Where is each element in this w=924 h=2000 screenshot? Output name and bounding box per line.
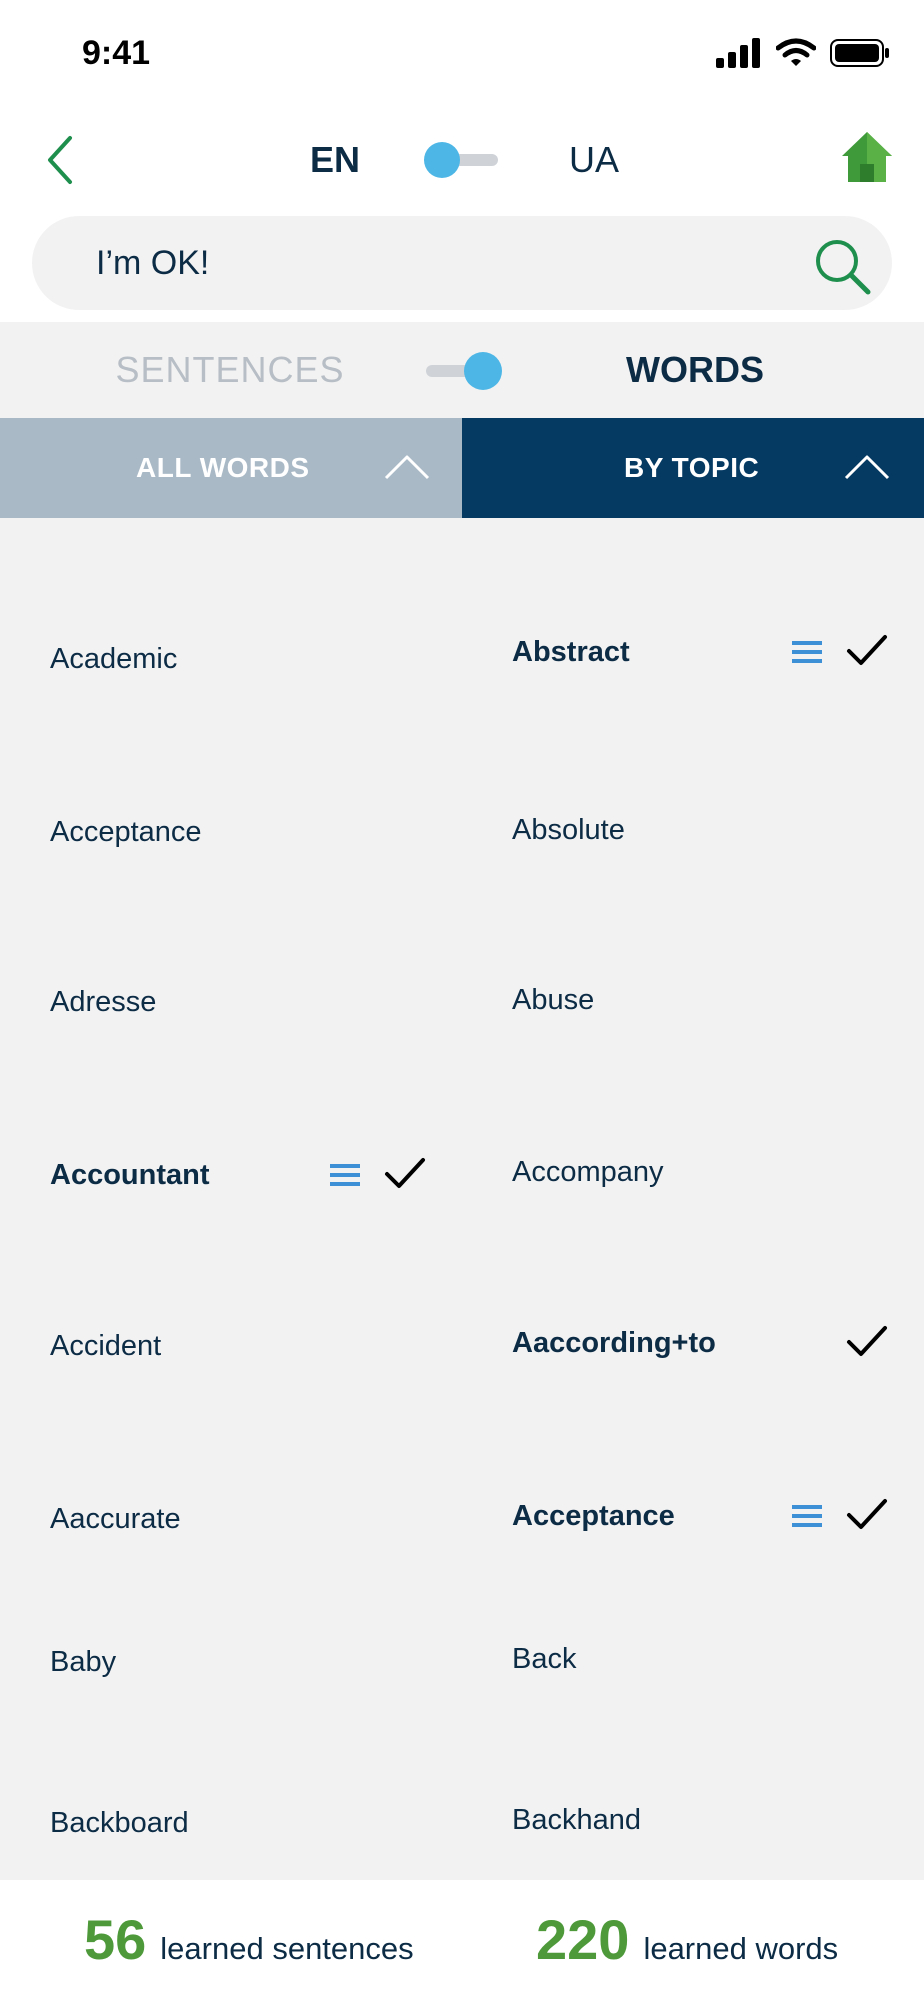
search-button[interactable] — [812, 236, 872, 296]
checkmark-icon — [385, 1158, 425, 1188]
word-label: Backboard — [50, 1807, 189, 1839]
language-toggle[interactable] — [424, 142, 500, 178]
learned-words-label: learned words — [643, 1931, 839, 1966]
chevron-up-icon — [384, 455, 430, 480]
source-language-label: EN — [309, 139, 360, 180]
word-label: Adresse — [50, 986, 157, 1018]
word-filter-tabs: ALL WORDS BY TOPIC — [0, 418, 924, 518]
mode-sentences-option[interactable]: SENTENCES — [90, 322, 370, 418]
learned-words-stat: 220 learned words — [536, 1880, 838, 2000]
word-list-item[interactable]: Back — [462, 1619, 924, 1699]
word-list-item[interactable]: Baby — [0, 1622, 462, 1702]
language-toggle-knob — [424, 142, 460, 178]
word-list: Academic Acceptance Adresse Accountant Accid… — [0, 518, 924, 1880]
mode-words-option[interactable]: WORDS — [600, 322, 790, 418]
word-list-item[interactable]: Accountant — [0, 1135, 462, 1215]
learned-sentences-stat: 56 learned sentences — [84, 1880, 414, 2000]
search-bar — [32, 216, 892, 310]
word-label: Acceptance — [512, 1500, 675, 1532]
learned-sentences-count: 56 — [84, 1908, 147, 1971]
checkmark-icon — [847, 635, 887, 665]
cellular-signal-icon — [716, 38, 760, 68]
word-list-item[interactable]: Acceptance — [462, 1476, 924, 1556]
search-icon — [816, 240, 871, 295]
wifi-icon — [776, 38, 816, 66]
by-topic-column: Abstract Absolute Abuse Accompany Aaccording… — [462, 518, 924, 1880]
word-label: Backhand — [512, 1804, 641, 1836]
learned-sentences-label: learned sentences — [160, 1931, 414, 1966]
word-list-item[interactable]: Acceptance — [0, 792, 462, 872]
list-menu-icon[interactable] — [792, 1503, 822, 1529]
list-menu-icon[interactable] — [330, 1162, 360, 1188]
word-label: Absolute — [512, 814, 625, 846]
battery-icon — [830, 39, 889, 67]
target-language-label: UA — [568, 139, 619, 180]
word-list-item[interactable]: Academic — [0, 619, 462, 699]
home-icon — [842, 132, 892, 182]
progress-footer: 56 learned sentences 220 learned words — [0, 1880, 924, 2000]
checkmark-icon — [847, 1499, 887, 1529]
chevron-up-icon — [844, 455, 890, 480]
home-button[interactable] — [840, 128, 894, 188]
tab-all-words[interactable]: ALL WORDS — [0, 418, 462, 518]
status-icons — [716, 38, 890, 68]
word-label: Aaccording+to — [512, 1327, 716, 1359]
word-label: Abuse — [512, 984, 595, 1016]
word-label: Acceptance — [50, 816, 202, 848]
tab-by-topic[interactable]: BY TOPIC — [462, 418, 924, 518]
header: EN UA — [0, 110, 924, 210]
status-time: 9:41 — [82, 34, 151, 72]
tab-by-topic-label: BY TOPIC — [624, 452, 760, 483]
word-label: Academic — [50, 643, 178, 675]
word-list-item[interactable]: Abstract — [462, 612, 924, 692]
mode-switch-bar: SENTENCES WORDS — [0, 322, 924, 418]
word-list-item[interactable]: Accompany — [462, 1132, 924, 1212]
mode-toggle-knob — [464, 352, 502, 390]
all-words-column: Academic Acceptance Adresse Accountant Accid… — [0, 518, 462, 1880]
mode-toggle[interactable] — [424, 352, 502, 390]
status-bar: 9:41 — [0, 0, 924, 110]
word-label: Abstract — [512, 636, 630, 668]
word-list-item[interactable]: Backboard — [0, 1783, 462, 1863]
word-list-item[interactable]: Adresse — [0, 962, 462, 1042]
word-list-item[interactable]: Absolute — [462, 790, 924, 870]
word-label: Back — [512, 1643, 577, 1675]
word-label: Accident — [50, 1330, 162, 1362]
chevron-left-icon — [48, 136, 72, 184]
word-label: Aaccurate — [50, 1503, 181, 1535]
word-label: Accountant — [50, 1159, 210, 1191]
learned-words-count: 220 — [536, 1908, 630, 1971]
word-label: Baby — [50, 1646, 117, 1678]
word-list-item[interactable]: Aaccurate — [0, 1479, 462, 1559]
tab-all-words-label: ALL WORDS — [136, 452, 310, 483]
word-list-item[interactable]: Backhand — [462, 1780, 924, 1860]
word-list-item[interactable]: Aaccording+to — [462, 1303, 924, 1383]
word-label: Accompany — [512, 1156, 664, 1188]
list-menu-icon[interactable] — [792, 639, 822, 665]
checkmark-icon — [847, 1326, 887, 1356]
word-list-item[interactable]: Accident — [0, 1306, 462, 1386]
search-input[interactable] — [96, 216, 756, 310]
word-list-item[interactable]: Abuse — [462, 960, 924, 1040]
back-button[interactable] — [40, 128, 84, 192]
